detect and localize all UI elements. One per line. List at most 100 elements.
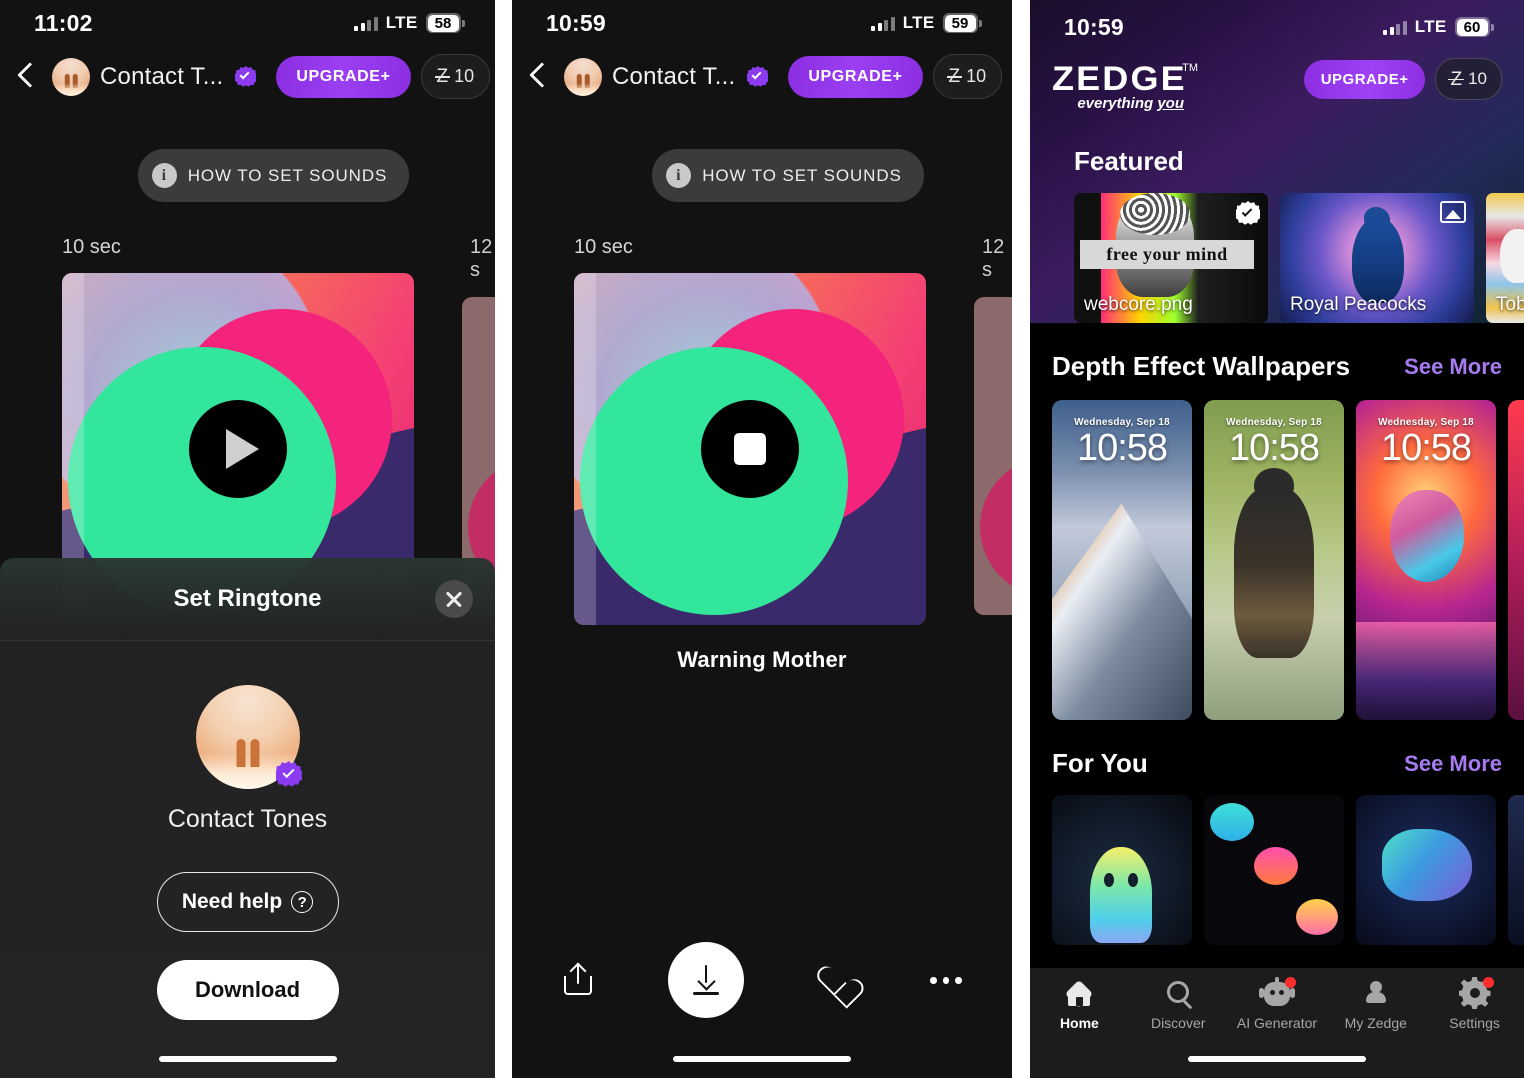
howto-row: i HOW TO SET SOUNDS [512,105,1012,202]
featured-card-caption: webcore.png [1084,294,1193,315]
play-button[interactable] [189,400,287,498]
lockscreen-time: 10:58 [1380,427,1472,469]
featured-card-caption: Royal Peacocks [1290,294,1427,315]
screenshot-stage: 11:02 LTE 58 Contact T... UPGRADE+ Z 10 [0,0,1524,1078]
battery-level: 58 [427,14,459,32]
status-indicators: LTE 60 [1383,17,1494,37]
featured-card[interactable]: free your mind webcore.png [1074,193,1268,323]
notification-badge [1284,977,1296,988]
tab-my-zedge[interactable]: My Zedge [1326,978,1425,1031]
upgrade-button[interactable]: UPGRADE+ [788,55,923,98]
status-bar: 11:02 LTE 58 [0,0,495,46]
section-title-featured: Featured [1074,146,1184,176]
status-time: 10:59 [546,9,606,36]
network-type-label: LTE [902,13,935,32]
upgrade-button[interactable]: UPGRADE+ [1303,59,1426,99]
for-you-card-partial[interactable] [1508,795,1524,945]
section-title-depth: Depth Effect Wallpapers [1052,351,1351,381]
howto-row: i HOW TO SET SOUNDS [0,105,495,202]
network-type-label: LTE [1414,17,1447,36]
featured-card[interactable]: Royal Peacocks [1280,193,1474,323]
status-bar: 10:59 LTE 59 [512,0,1012,46]
sheet-title: Set Ringtone [173,585,322,612]
heart-icon[interactable] [812,957,856,1003]
signal-bars-icon [1383,20,1407,35]
lockscreen-card[interactable]: Wednesday, Sep 18 10:58 [1204,400,1344,720]
zedge-credit-icon: Z [434,66,450,87]
lockscreen-card-partial[interactable] [1508,400,1524,720]
notification-badge [1482,977,1494,988]
signal-bars-icon [354,16,378,31]
upgrade-button[interactable]: UPGRADE+ [276,55,411,98]
tab-ai-generator[interactable]: AI Generator [1228,977,1327,1031]
info-icon: i [151,163,177,188]
robot-icon [1258,977,1296,1010]
status-time: 10:59 [1064,13,1124,40]
lockscreen-card[interactable]: Wednesday, Sep 18 10:58 [1052,400,1192,720]
tab-home[interactable]: Home [1030,978,1129,1031]
credits-value: 10 [454,66,475,86]
section-title-for-you: For You [1052,748,1148,778]
battery-icon: 58 [425,13,465,33]
gear-icon [1458,977,1494,1010]
app-bar: Contact T... UPGRADE+ Z 10 [0,46,495,105]
panel-divider [495,0,512,1078]
tab-my-zedge-label: My Zedge [1344,1015,1407,1031]
back-chevron-icon[interactable] [12,60,42,94]
duration-label: 10 sec [62,236,121,258]
featured-card-banner: free your mind [1080,240,1254,269]
zedge-logo[interactable]: ZEDGE TM everything you [1052,56,1198,112]
stop-icon [734,433,766,465]
panel-divider [1012,0,1030,1078]
close-icon[interactable] [435,580,473,618]
for-you-card[interactable] [1356,795,1496,945]
for-you-card[interactable] [1204,795,1344,945]
see-more-depth[interactable]: See More [1404,354,1502,380]
battery-icon: 59 [942,13,982,33]
sheet-body: Contact Tones Need help ? Download [0,641,495,1020]
featured-card-caption: Tobe [1496,294,1524,315]
see-more-for-you[interactable]: See More [1404,751,1502,777]
next-track-artwork[interactable] [974,297,1012,615]
for-you-card[interactable] [1052,795,1192,945]
download-button[interactable]: Download [156,960,339,1020]
featured-card[interactable]: Tobe [1486,193,1524,323]
depth-section-header: Depth Effect Wallpapers See More [1030,323,1524,382]
credits-pill[interactable]: Z 10 [932,54,1003,99]
sheet-header: Set Ringtone [0,558,495,641]
how-to-set-sounds-label: HOW TO SET SOUNDS [187,165,388,185]
verified-badge-icon [275,761,302,787]
battery-level: 59 [944,14,976,32]
how-to-set-sounds-button[interactable]: i HOW TO SET SOUNDS [652,149,924,202]
question-mark-icon: ? [291,891,314,913]
home-icon [1062,978,1096,1010]
tab-discover[interactable]: Discover [1129,978,1228,1031]
how-to-set-sounds-button[interactable]: i HOW TO SET SOUNDS [137,149,410,202]
share-icon[interactable] [556,957,600,1003]
download-button[interactable] [668,942,744,1018]
track-artwork[interactable] [574,273,926,625]
credits-pill[interactable]: Z 10 [1435,58,1502,100]
battery-icon: 60 [1454,17,1494,37]
need-help-button[interactable]: Need help ? [156,872,339,932]
signal-bars-icon [871,16,895,31]
more-options-icon[interactable] [924,957,968,1003]
home-indicator [1188,1056,1366,1062]
zedge-header: 10:59 LTE 60 ZEDGE TM everything you UPG… [1030,0,1524,323]
set-ringtone-sheet: Set Ringtone Contact Tones Need help ? D… [0,558,495,1078]
lockscreen-card[interactable]: Wednesday, Sep 18 10:58 [1356,400,1496,720]
stop-button[interactable] [701,400,799,498]
featured-carousel: free your mind webcore.png Royal Peacock… [1052,177,1524,323]
back-chevron-icon[interactable] [524,60,554,94]
lockscreen-time: 10:58 [1228,427,1320,469]
status-indicators: LTE 58 [354,13,465,33]
credits-pill[interactable]: Z 10 [420,54,491,99]
battery-level: 60 [1456,18,1488,36]
page-title: Contact T... [100,62,224,90]
track-title: Warning Mother [677,647,847,672]
for-you-carousel [1030,779,1524,945]
tab-settings[interactable]: Settings [1425,977,1524,1031]
need-help-label: Need help [181,890,283,913]
download-icon [693,965,719,995]
play-icon [225,429,259,469]
